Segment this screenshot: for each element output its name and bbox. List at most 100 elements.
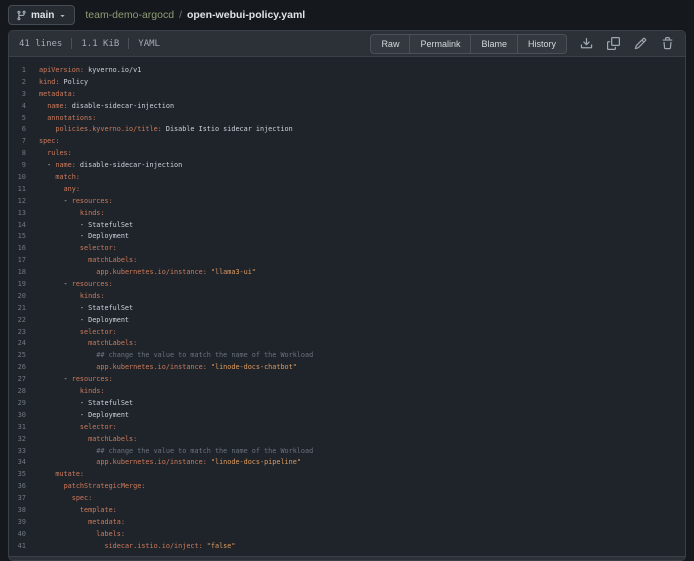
line-number[interactable]: 39	[9, 517, 26, 529]
file-view-panel: 41 lines 1.1 KiB YAML Raw Permalink Blam…	[8, 30, 686, 561]
line-number[interactable]: 30	[9, 410, 26, 422]
code-line: 39 metadata:	[9, 517, 685, 529]
code-line-content: rules:	[39, 148, 72, 160]
line-number[interactable]: 38	[9, 505, 26, 517]
code-line: 17 matchLabels:	[9, 255, 685, 267]
raw-button[interactable]: Raw	[370, 34, 410, 54]
history-button[interactable]: History	[518, 34, 567, 54]
file-meta: 41 lines 1.1 KiB YAML	[19, 38, 160, 49]
line-number[interactable]: 19	[9, 279, 26, 291]
line-number[interactable]: 1	[9, 65, 26, 77]
line-number[interactable]: 4	[9, 101, 26, 113]
line-number[interactable]: 36	[9, 481, 26, 493]
line-number[interactable]: 17	[9, 255, 26, 267]
code-line-content: metadata:	[39, 517, 125, 529]
code-line: 6 policies.kyverno.io/title: Disable Ist…	[9, 124, 685, 136]
code-line-content: ## change the value to match the name of…	[39, 446, 313, 458]
line-number[interactable]: 11	[9, 184, 26, 196]
code-line: 37 spec:	[9, 493, 685, 505]
line-number[interactable]: 27	[9, 374, 26, 386]
line-number[interactable]: 28	[9, 386, 26, 398]
breadcrumb-repo-link[interactable]: team-demo-argocd	[85, 9, 174, 21]
code-line: 14 - StatefulSet	[9, 220, 685, 232]
line-number[interactable]: 20	[9, 291, 26, 303]
code-line: 25 ## change the value to match the name…	[9, 350, 685, 362]
file-view-topbar: main team-demo-argocd / open-webui-polic…	[0, 0, 694, 30]
code-line-content: kind: Policy	[39, 77, 88, 89]
line-number[interactable]: 15	[9, 231, 26, 243]
line-number[interactable]: 21	[9, 303, 26, 315]
code-line-content: mutate:	[39, 469, 84, 481]
permalink-button[interactable]: Permalink	[410, 34, 471, 54]
line-number[interactable]: 3	[9, 89, 26, 101]
line-number[interactable]: 32	[9, 434, 26, 446]
line-number[interactable]: 29	[9, 398, 26, 410]
download-icon[interactable]	[579, 36, 594, 52]
line-number[interactable]: 33	[9, 446, 26, 458]
line-number[interactable]: 14	[9, 220, 26, 232]
line-number[interactable]: 31	[9, 422, 26, 434]
code-line: 24 matchLabels:	[9, 338, 685, 350]
line-number[interactable]: 41	[9, 541, 26, 553]
edit-icon[interactable]	[633, 36, 648, 52]
line-number[interactable]: 2	[9, 77, 26, 89]
code-line-content: - resources:	[39, 374, 113, 386]
code-line-content: kinds:	[39, 386, 104, 398]
code-line-content: selector:	[39, 243, 117, 255]
copy-icon[interactable]	[606, 36, 621, 52]
breadcrumb-separator: /	[179, 9, 182, 21]
line-number[interactable]: 7	[9, 136, 26, 148]
code-line: 26 app.kubernetes.io/instance: "linode-d…	[9, 362, 685, 374]
line-number[interactable]: 35	[9, 469, 26, 481]
blame-button[interactable]: Blame	[471, 34, 518, 54]
line-number[interactable]: 16	[9, 243, 26, 255]
code-line: 9 - name: disable-sidecar-injection	[9, 160, 685, 172]
code-line: 18 app.kubernetes.io/instance: "llama3-u…	[9, 267, 685, 279]
code-line: 31 selector:	[9, 422, 685, 434]
line-number[interactable]: 12	[9, 196, 26, 208]
line-number[interactable]: 34	[9, 457, 26, 469]
line-number[interactable]: 5	[9, 113, 26, 125]
file-footer-edge	[9, 556, 685, 560]
code-line: 38 template:	[9, 505, 685, 517]
line-number[interactable]: 18	[9, 267, 26, 279]
meta-divider	[71, 38, 72, 49]
code-line-content: match:	[39, 172, 80, 184]
code-view: 1apiVersion: kyverno.io/v12 kind: Policy 3…	[9, 57, 685, 556]
branch-name: main	[31, 10, 54, 21]
line-number[interactable]: 10	[9, 172, 26, 184]
line-number[interactable]: 8	[9, 148, 26, 160]
code-lines: 1apiVersion: kyverno.io/v12 kind: Policy 3…	[9, 65, 685, 553]
line-number[interactable]: 23	[9, 327, 26, 339]
meta-divider	[128, 38, 129, 49]
delete-icon[interactable]	[660, 36, 675, 52]
line-number[interactable]: 40	[9, 529, 26, 541]
code-line-content: annotations:	[39, 113, 96, 125]
line-number[interactable]: 24	[9, 338, 26, 350]
code-line: 2 kind: Policy	[9, 77, 685, 89]
line-number[interactable]: 37	[9, 493, 26, 505]
line-number[interactable]: 9	[9, 160, 26, 172]
line-number[interactable]: 13	[9, 208, 26, 220]
line-number[interactable]: 25	[9, 350, 26, 362]
branch-selector-button[interactable]: main	[8, 5, 75, 25]
code-line-content: - Deployment	[39, 410, 129, 422]
breadcrumb: team-demo-argocd / open-webui-policy.yam…	[85, 9, 305, 21]
code-line: 4 name: disable-sidecar-injection	[9, 101, 685, 113]
code-line: 21 - StatefulSet	[9, 303, 685, 315]
line-number[interactable]: 26	[9, 362, 26, 374]
code-line: 10 match:	[9, 172, 685, 184]
code-line: 35 mutate:	[9, 469, 685, 481]
line-number[interactable]: 6	[9, 124, 26, 136]
git-branch-icon	[16, 10, 27, 21]
code-line-content: ## change the value to match the name of…	[39, 350, 313, 362]
file-action-button-group: Raw Permalink Blame History	[370, 34, 567, 54]
line-number[interactable]: 22	[9, 315, 26, 327]
code-line-content: any:	[39, 184, 80, 196]
code-line: 34 app.kubernetes.io/instance: "linode-d…	[9, 457, 685, 469]
code-line-content: - StatefulSet	[39, 220, 133, 232]
code-line-content: - resources:	[39, 279, 113, 291]
code-line: 15 - Deployment	[9, 231, 685, 243]
code-line: 32 matchLabels:	[9, 434, 685, 446]
code-line: 1apiVersion: kyverno.io/v1	[9, 65, 685, 77]
